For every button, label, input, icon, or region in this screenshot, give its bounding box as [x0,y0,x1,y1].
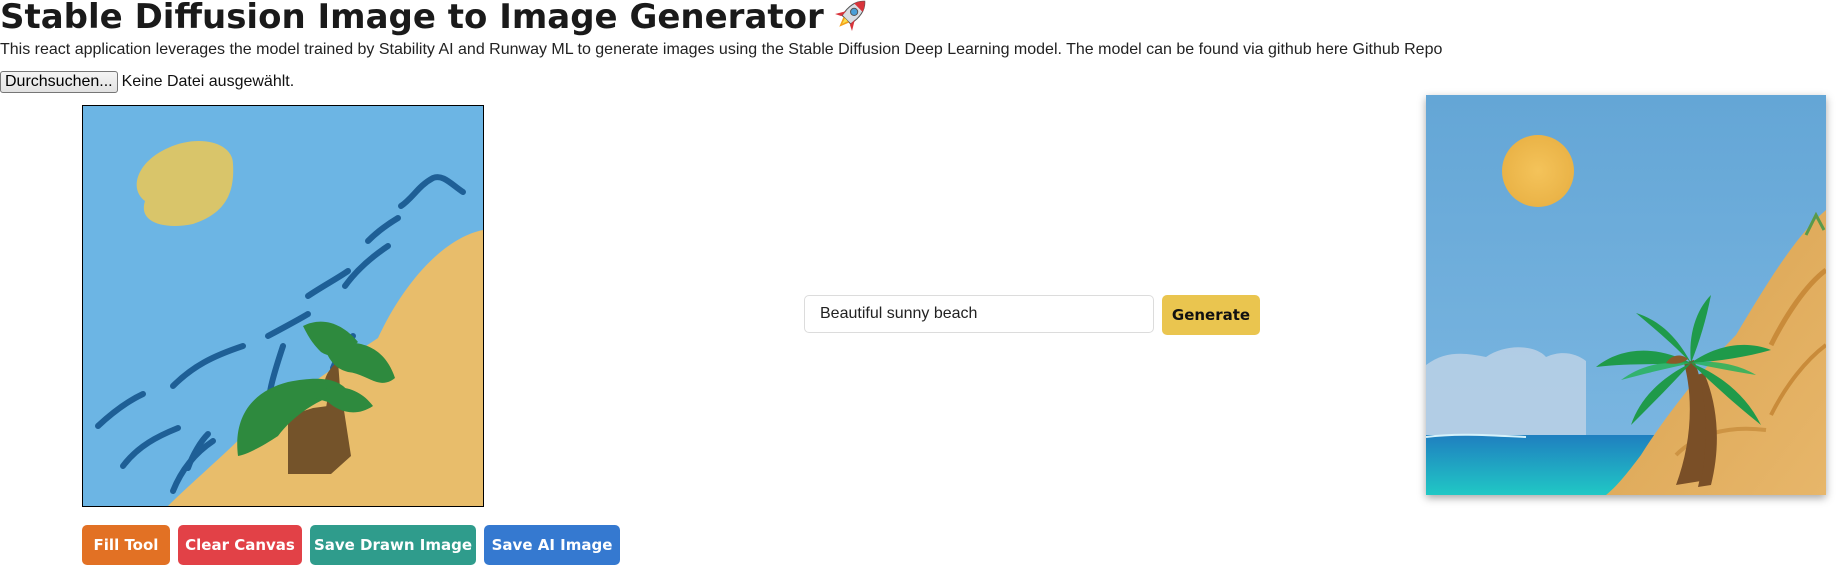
file-upload: Durchsuchen... Keine Datei ausgewählt. [0,71,294,93]
browse-file-button[interactable]: Durchsuchen... [0,71,118,93]
rocket-icon [830,0,874,43]
generated-image [1426,95,1826,495]
drawing-canvas[interactable] [82,105,484,507]
clear-canvas-button[interactable]: Clear Canvas [178,525,302,565]
page-title-text: Stable Diffusion Image to Image Generato… [0,0,824,37]
save-drawn-image-button[interactable]: Save Drawn Image [310,525,476,565]
fill-tool-button[interactable]: Fill Tool [82,525,170,565]
page-title: Stable Diffusion Image to Image Generato… [0,0,874,43]
app-description: This react application leverages the mod… [0,41,1443,58]
file-status-text: Keine Datei ausgewählt. [121,73,295,90]
generate-button[interactable]: Generate [1162,295,1260,335]
prompt-input[interactable] [804,295,1154,333]
save-ai-image-button[interactable]: Save AI Image [484,525,620,565]
